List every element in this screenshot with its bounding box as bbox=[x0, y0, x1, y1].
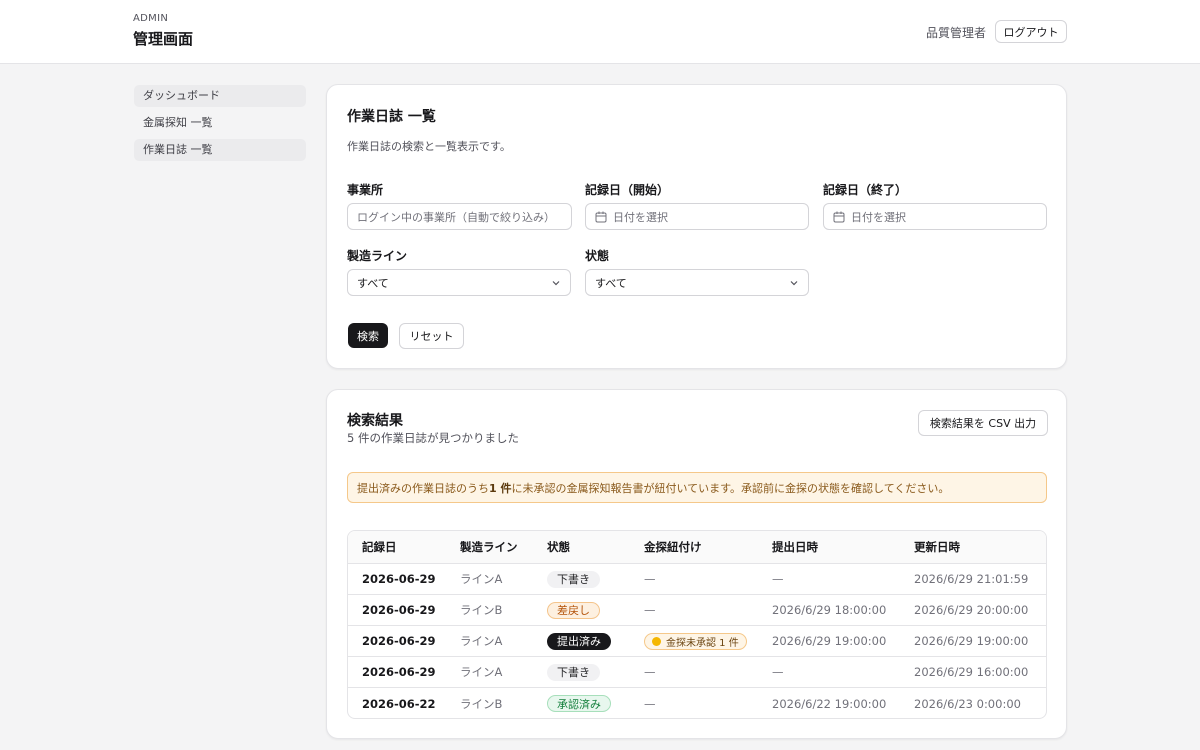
status-label: 状態 bbox=[585, 249, 610, 263]
row-metal-link: — bbox=[644, 603, 656, 617]
table-row[interactable]: 2026-06-29 ラインB 差戻し — 2026/6/29 18:00:00… bbox=[348, 595, 1046, 626]
row-metal-link: — bbox=[644, 572, 656, 586]
office-placeholder: ログイン中の事業所（自動で絞り込み） bbox=[357, 210, 555, 224]
search-panel: 作業日誌 一覧 作業日誌の検索と一覧表示です。 事業所 ログイン中の事業所（自動… bbox=[326, 84, 1067, 369]
sidebar-item-work-logs[interactable]: 作業日誌 一覧 bbox=[134, 139, 306, 161]
line-select-value: すべて bbox=[357, 276, 389, 290]
row-updated: 2026/6/23 0:00:00 bbox=[914, 696, 1021, 711]
logout-button[interactable]: ログアウト bbox=[995, 20, 1067, 43]
end-date-placeholder: 日付を選択 bbox=[851, 210, 906, 224]
row-submitted: 2026/6/29 18:00:00 bbox=[772, 603, 887, 617]
row-status-cell: 下書き bbox=[547, 564, 600, 594]
sidebar-item-metal-detection[interactable]: 金属探知 一覧 bbox=[134, 112, 306, 134]
column-header-submitted[interactable]: 提出日時 bbox=[772, 531, 818, 563]
calendar-icon bbox=[833, 211, 845, 222]
column-header-status[interactable]: 状態 bbox=[547, 531, 570, 563]
metal-unapproved-text: 金探未承認 1 件 bbox=[666, 637, 739, 649]
row-line: ラインB bbox=[460, 603, 503, 617]
table-row[interactable]: 2026-06-29 ラインA 下書き — — 2026/6/29 21:01:… bbox=[348, 564, 1046, 595]
top-header: ADMIN 管理画面 品質管理者 ログアウト bbox=[0, 0, 1200, 64]
row-status-cell: 差戻し bbox=[547, 595, 600, 625]
row-metal-link: — bbox=[644, 665, 656, 679]
status-badge: 下書き bbox=[547, 663, 600, 681]
page-description: 作業日誌の検索と一覧表示です。 bbox=[347, 140, 511, 153]
row-updated: 2026/6/29 16:00:00 bbox=[914, 665, 1029, 679]
alert-suffix: に未承認の金属探知報告書が紐付いています。承認前に金探の状態を確認してください。 bbox=[511, 481, 950, 495]
status-badge: 提出済み bbox=[547, 632, 611, 650]
csv-export-button[interactable]: 検索結果を CSV 出力 bbox=[918, 410, 1048, 436]
row-updated: 2026/6/29 19:00:00 bbox=[914, 634, 1029, 648]
row-date: 2026-06-29 bbox=[362, 665, 436, 679]
metal-unapproved-badge[interactable]: 金探未承認 1 件 bbox=[644, 632, 747, 650]
chevron-down-icon bbox=[790, 281, 798, 286]
results-panel: 検索結果 5 件の作業日誌が見つかりました 検索結果を CSV 出力 提出済みの… bbox=[326, 389, 1067, 739]
office-field[interactable]: ログイン中の事業所（自動で絞り込み） bbox=[347, 203, 572, 230]
brand-subtitle: ADMIN bbox=[133, 13, 169, 24]
row-submitted: — bbox=[772, 665, 784, 679]
warning-dot-icon bbox=[652, 636, 661, 646]
row-metal-link: — bbox=[644, 696, 656, 711]
chevron-down-icon bbox=[552, 281, 560, 286]
office-label: 事業所 bbox=[347, 183, 384, 197]
row-date: 2026-06-22 bbox=[362, 696, 436, 711]
row-line: ラインA bbox=[460, 665, 503, 679]
start-date-label: 記録日（開始） bbox=[585, 183, 670, 197]
sidebar-item-dashboard[interactable]: ダッシュボード bbox=[134, 85, 306, 107]
alert-prefix: 提出済みの作業日誌のうち bbox=[357, 481, 489, 495]
results-count: 5 件の作業日誌が見つかりました bbox=[347, 431, 519, 445]
row-status-cell: 提出済み bbox=[547, 626, 611, 656]
row-line: ラインB bbox=[460, 696, 503, 711]
status-select[interactable]: すべて bbox=[585, 269, 809, 296]
row-updated: 2026/6/29 20:00:00 bbox=[914, 603, 1029, 617]
line-select[interactable]: すべて bbox=[347, 269, 571, 296]
table-row[interactable]: 2026-06-29 ラインA 提出済み 金探未承認 1 件 2026/6/29… bbox=[348, 626, 1046, 657]
sidebar-nav: ダッシュボード 金属探知 一覧 作業日誌 一覧 bbox=[134, 85, 306, 166]
row-line: ラインA bbox=[460, 634, 503, 648]
row-date: 2026-06-29 bbox=[362, 603, 436, 617]
user-role-label: 品質管理者 bbox=[926, 26, 987, 40]
end-date-label: 記録日（終了） bbox=[823, 183, 908, 197]
brand-title: 管理画面 bbox=[133, 30, 194, 48]
page-title: 作業日誌 一覧 bbox=[347, 109, 436, 125]
table-row[interactable]: 2026-06-29 ラインA 下書き — — 2026/6/29 16:00:… bbox=[348, 657, 1046, 688]
calendar-icon bbox=[595, 211, 607, 222]
line-label: 製造ライン bbox=[347, 249, 408, 263]
row-status-cell: 下書き bbox=[547, 657, 600, 687]
status-badge: 下書き bbox=[547, 570, 600, 588]
row-line: ラインA bbox=[460, 572, 503, 586]
start-date-placeholder: 日付を選択 bbox=[613, 210, 668, 224]
row-date: 2026-06-29 bbox=[362, 572, 436, 586]
search-button[interactable]: 検索 bbox=[348, 323, 388, 348]
end-date-picker[interactable]: 日付を選択 bbox=[823, 203, 1047, 230]
row-submitted: 2026/6/29 19:00:00 bbox=[772, 634, 887, 648]
alert-count: 1 件 bbox=[489, 481, 512, 495]
table-row[interactable]: 2026-06-22 ラインB 承認済み — 2026/6/22 19:00:0… bbox=[348, 688, 1046, 718]
row-status-cell: 承認済み bbox=[547, 688, 611, 718]
column-header-line[interactable]: 製造ライン bbox=[460, 531, 518, 563]
reset-button[interactable]: リセット bbox=[399, 323, 464, 349]
results-table: 記録日 製造ライン 状態 金探紐付け 提出日時 更新日時 2026-06-29 … bbox=[347, 530, 1047, 719]
column-header-date[interactable]: 記録日 bbox=[362, 531, 397, 563]
status-badge: 差戻し bbox=[547, 601, 600, 619]
table-header-row: 記録日 製造ライン 状態 金探紐付け 提出日時 更新日時 bbox=[348, 531, 1046, 564]
results-title: 検索結果 bbox=[347, 413, 403, 429]
status-select-value: すべて bbox=[595, 276, 627, 290]
row-submitted: — bbox=[772, 572, 784, 586]
row-date: 2026-06-29 bbox=[362, 634, 436, 648]
row-metal-cell: 金探未承認 1 件 bbox=[644, 626, 747, 656]
column-header-updated[interactable]: 更新日時 bbox=[914, 531, 960, 563]
start-date-picker[interactable]: 日付を選択 bbox=[585, 203, 809, 230]
row-submitted: 2026/6/22 19:00:00 bbox=[772, 696, 887, 711]
status-badge: 承認済み bbox=[547, 695, 611, 712]
warning-alert: 提出済みの作業日誌のうち 1 件に未承認の金属探知報告書が紐付いています。承認前… bbox=[347, 472, 1047, 503]
row-updated: 2026/6/29 21:01:59 bbox=[914, 572, 1029, 586]
column-header-metal-link[interactable]: 金探紐付け bbox=[644, 531, 702, 563]
